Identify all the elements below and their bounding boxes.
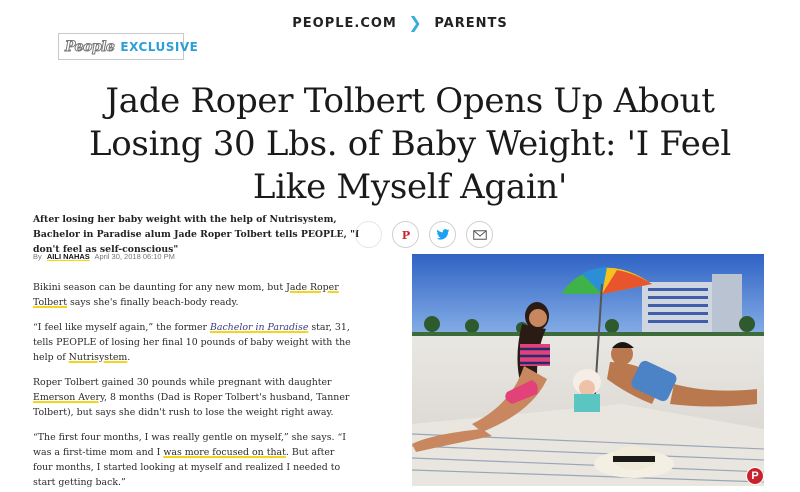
article-dek: After losing her baby weight with the he… [33,214,360,255]
people-logo: People [64,38,115,55]
more-focused-link[interactable]: was more focused on that [163,447,286,458]
chevron-right-icon: ❯ [408,13,423,32]
twitter-share-button[interactable] [429,221,456,248]
pinterest-icon: P [401,229,409,241]
breadcrumb: PEOPLE.COM ❯ PARENTS [0,12,800,32]
paragraph-1: Bikini season can be daunting for any ne… [33,280,353,310]
bachelor-in-paradise-link[interactable]: Bachelor in Paradise [210,322,308,333]
email-share-button[interactable] [466,221,493,248]
publish-date: April 30, 2018 06:10 PM [94,252,175,261]
pinterest-save-button[interactable]: P [746,467,764,485]
byline-prefix: By [33,252,42,261]
article-headline: Jade Roper Tolbert Opens Up About Losing… [88,81,731,207]
emerson-avery-link[interactable]: Emerson Avery [33,392,104,403]
paragraph-3: Roper Tolbert gained 30 pounds while pre… [33,375,353,420]
exclusive-badge: People EXCLUSIVE [58,33,198,60]
envelope-icon [472,229,487,240]
pinterest-icon: P [751,470,759,482]
author-link[interactable]: AILI NAHAS [47,252,90,261]
pinterest-share-button[interactable]: P [392,221,419,248]
paragraph-4: “The first four months, I was really gen… [33,430,353,490]
beach-family-photo [412,254,764,486]
text-segment: says she's finally beach-body ready. [66,297,239,308]
nutrisystem-link[interactable]: Nutrisystem [69,352,128,363]
article-photo[interactable] [412,254,764,486]
share-placeholder [355,221,382,248]
byline: By AILI NAHAS April 30, 2018 06:10 PM [33,252,175,261]
text-segment: . [127,352,131,363]
breadcrumb-section-link[interactable]: PARENTS [434,16,507,31]
share-bar: P [355,221,493,248]
paragraph-2: “I feel like myself again,” the former B… [33,320,353,365]
breadcrumb-site-link[interactable]: PEOPLE.COM [292,16,397,31]
exclusive-label: EXCLUSIVE [120,39,199,54]
text-segment: “I feel like myself again,” the former [33,322,211,333]
twitter-icon [436,228,449,240]
svg-text:P: P [401,229,409,241]
text-segment: Bikini season can be daunting for any ne… [33,282,287,293]
text-segment: Roper Tolbert gained 30 pounds while pre… [33,377,332,388]
